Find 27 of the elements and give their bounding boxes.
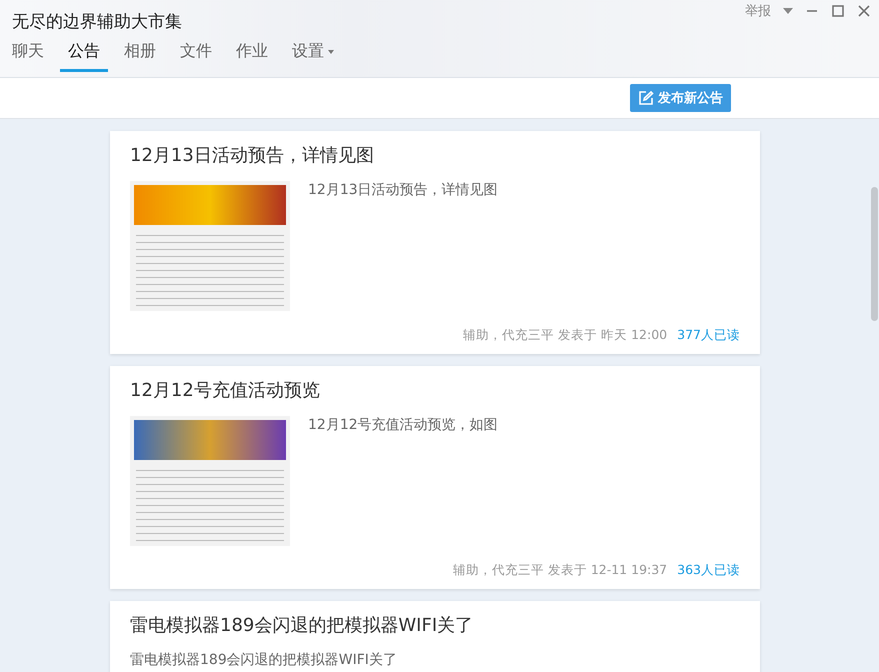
announcement-title: 雷电模拟器189会闪退的把模拟器WIFI关了 xyxy=(130,614,474,637)
window-title: 无尽的边界辅助大市集 xyxy=(12,11,182,32)
announcement-card[interactable]: 12月12号充值活动预览 12月12号充值活动预览，如图 辅助，代充三平 发表于 12-11 19:37 363人已读 xyxy=(110,366,760,589)
read-count[interactable]: 363人已读 xyxy=(677,562,740,579)
report-link[interactable]: 举报 xyxy=(745,2,771,20)
announcement-summary: 雷电模拟器189会闪退的把模拟器WIFI关了 xyxy=(130,651,397,669)
announcement-card[interactable]: 雷电模拟器189会闪退的把模拟器WIFI关了 雷电模拟器189会闪退的把模拟器WIFI关了 xyxy=(110,601,760,672)
new-announcement-button[interactable]: 发布新公告 xyxy=(630,84,731,112)
maximize-icon[interactable] xyxy=(831,4,845,18)
tab[interactable]: 文件 xyxy=(172,37,220,72)
tab[interactable]: 聊天 xyxy=(4,37,52,72)
edit-icon xyxy=(638,90,654,106)
close-icon[interactable] xyxy=(857,4,871,18)
author-and-time: 辅助，代充三平 发表于 昨天 12:00 xyxy=(463,327,668,344)
tab[interactable]: 设置 xyxy=(284,37,342,72)
scrollbar-thumb[interactable] xyxy=(871,187,878,321)
caret-icon[interactable] xyxy=(783,8,793,14)
author-and-time: 辅助，代充三平 发表于 12-11 19:37 xyxy=(452,562,668,579)
tab[interactable]: 公告 xyxy=(60,37,108,72)
announcement-summary: 12月12号充值活动预览，如图 xyxy=(308,416,498,435)
announcement-title: 12月12号充值活动预览 xyxy=(130,379,321,402)
tab[interactable]: 相册 xyxy=(116,37,164,72)
announcement-card[interactable]: 12月13日活动预告，详情见图 12月13日活动预告，详情见图 辅助，代充三平 发表于 昨天 12:00 377人已读 xyxy=(110,131,760,354)
tab[interactable]: 作业 xyxy=(228,37,276,72)
announcement-title: 12月13日活动预告，详情见图 xyxy=(130,144,375,167)
read-count[interactable]: 377人已读 xyxy=(677,327,740,344)
announcement-summary: 12月13日活动预告，详情见图 xyxy=(308,181,498,200)
